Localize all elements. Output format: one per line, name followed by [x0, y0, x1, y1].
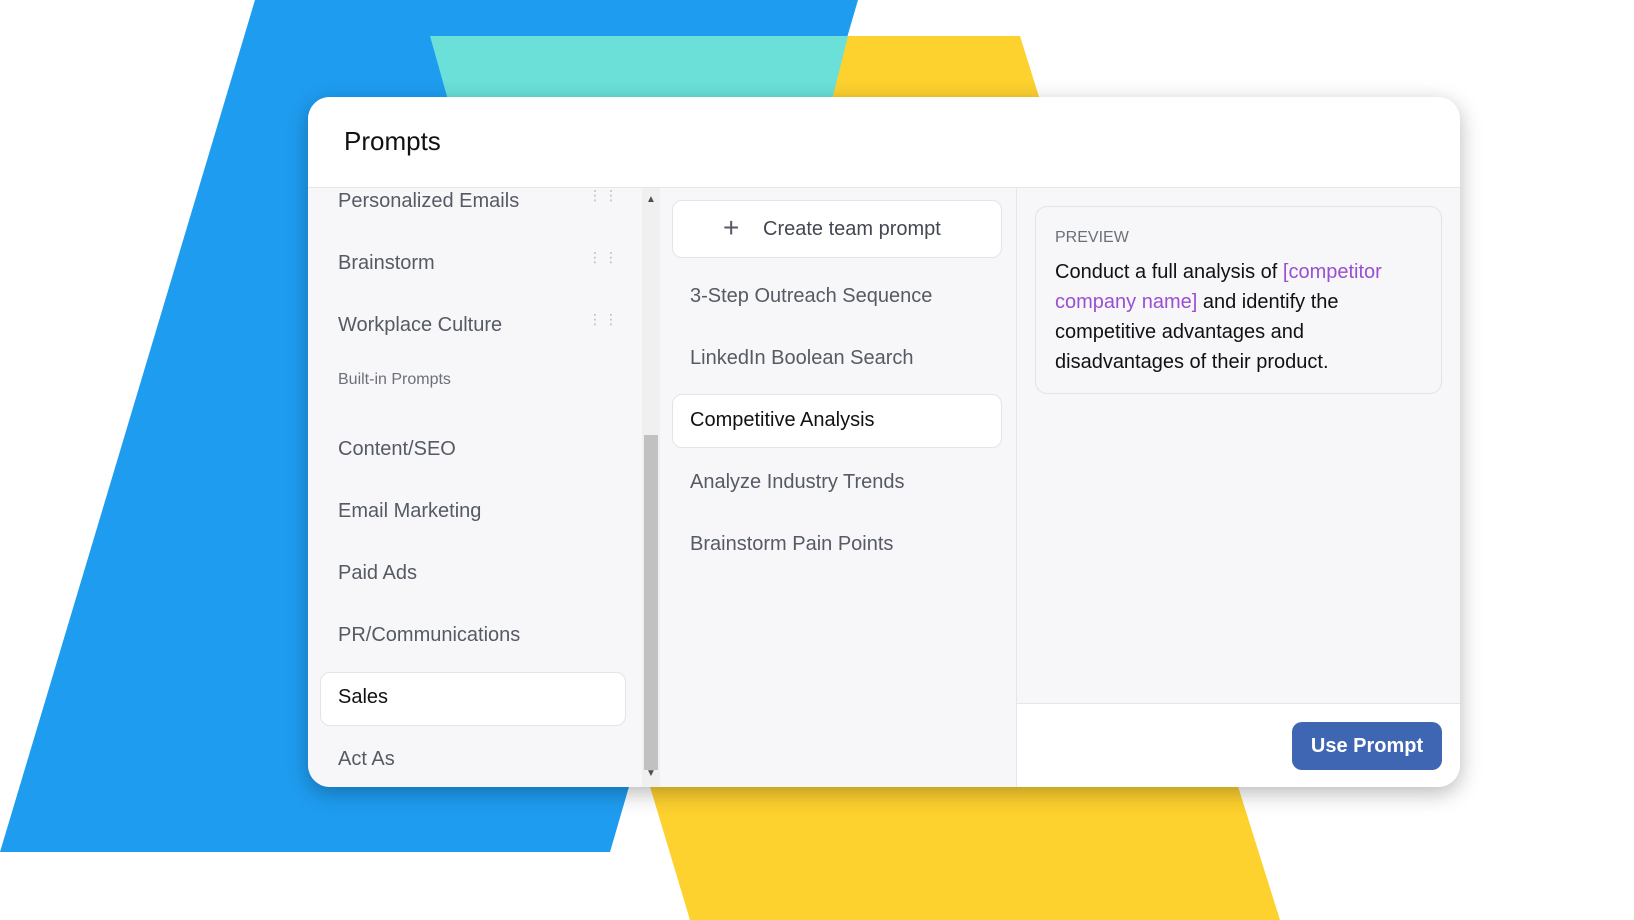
sidebar-item-label: Workplace Culture: [338, 314, 503, 336]
yellow-top-shape: [832, 36, 1040, 100]
prompt-item-linkedin-boolean-search[interactable]: LinkedIn Boolean Search: [672, 332, 1002, 386]
prompt-item-competitive-analysis[interactable]: Competitive Analysis: [672, 394, 1002, 448]
use-prompt-button[interactable]: Use Prompt: [1292, 722, 1442, 770]
prompt-item-label: Competitive Analysis: [690, 409, 875, 431]
sidebar-item-pr-communications[interactable]: PR/Communications: [320, 610, 626, 664]
prompts-modal: Prompts Personalized Emails ⋮⋮ Brainstor…: [308, 97, 1460, 787]
create-team-prompt-button[interactable]: + Create team prompt: [672, 200, 1002, 258]
sidebar-item-paid-ads[interactable]: Paid Ads: [320, 548, 626, 602]
sidebar-item-sales[interactable]: Sales: [320, 672, 626, 726]
yellow-bottom-shape: [648, 780, 1280, 920]
prompt-item-analyze-industry-trends[interactable]: Analyze Industry Trends: [672, 456, 1002, 510]
sidebar-item-label: Brainstorm: [338, 252, 435, 274]
prompt-item-label: 3-Step Outreach Sequence: [690, 285, 933, 307]
modal-header: Prompts: [308, 97, 1460, 188]
category-sidebar: Personalized Emails ⋮⋮ Brainstorm ⋮⋮ Wor…: [308, 188, 660, 787]
prompt-item-label: Analyze Industry Trends: [690, 471, 905, 493]
sidebar-item-label: PR/Communications: [338, 624, 521, 646]
prompt-item-outreach-sequence[interactable]: 3-Step Outreach Sequence: [672, 270, 1002, 324]
preview-text: Conduct a full analysis of [competitor c…: [1055, 257, 1427, 377]
sidebar-item-label: Content/SEO: [338, 438, 456, 460]
sidebar-item-brainstorm[interactable]: Brainstorm ⋮⋮: [320, 238, 626, 292]
drag-handle-icon[interactable]: ⋮⋮: [588, 188, 618, 212]
sidebar-item-label: Sales: [338, 686, 389, 708]
teal-band: [430, 36, 848, 100]
sidebar-item-label: Act As: [338, 748, 395, 770]
prompt-item-label: LinkedIn Boolean Search: [690, 347, 914, 369]
sidebar-item-label: Email Marketing: [338, 500, 482, 522]
preview-text-before: Conduct a full analysis of: [1055, 261, 1283, 283]
prompt-item-brainstorm-pain-points[interactable]: Brainstorm Pain Points: [672, 518, 1002, 572]
sidebar-item-personalized-emails[interactable]: Personalized Emails ⋮⋮: [320, 188, 626, 230]
sidebar-item-email-marketing[interactable]: Email Marketing: [320, 486, 626, 540]
scroll-thumb[interactable]: [644, 435, 658, 770]
modal-footer: Use Prompt: [1017, 703, 1460, 787]
modal-title: Prompts: [344, 126, 441, 156]
category-list: Personalized Emails ⋮⋮ Brainstorm ⋮⋮ Wor…: [308, 188, 642, 787]
sidebar-item-label: Personalized Emails: [338, 190, 520, 212]
section-label-builtin: Built-in Prompts: [338, 371, 451, 388]
sidebar-item-act-as[interactable]: Act As: [320, 734, 626, 787]
plus-icon: +: [723, 212, 740, 243]
preview-panel: PREVIEW Conduct a full analysis of [comp…: [1017, 188, 1460, 787]
drag-handle-icon[interactable]: ⋮⋮: [588, 312, 618, 336]
sidebar-scrollbar[interactable]: ▲ ▼: [642, 188, 660, 787]
sidebar-item-label: Paid Ads: [338, 562, 417, 584]
drag-handle-icon[interactable]: ⋮⋮: [588, 250, 618, 274]
create-team-prompt-label: Create team prompt: [763, 218, 941, 240]
sidebar-item-content-seo[interactable]: Content/SEO: [320, 424, 626, 478]
prompt-list-panel: + Create team prompt 3-Step Outreach Seq…: [660, 188, 1017, 787]
preview-label: PREVIEW: [1055, 229, 1129, 246]
scroll-up-arrow-icon[interactable]: ▲: [645, 194, 657, 206]
sidebar-item-workplace-culture[interactable]: Workplace Culture ⋮⋮: [320, 300, 626, 354]
prompt-item-label: Brainstorm Pain Points: [690, 533, 894, 555]
scroll-down-arrow-icon[interactable]: ▼: [645, 768, 657, 780]
preview-card: PREVIEW Conduct a full analysis of [comp…: [1035, 206, 1442, 394]
